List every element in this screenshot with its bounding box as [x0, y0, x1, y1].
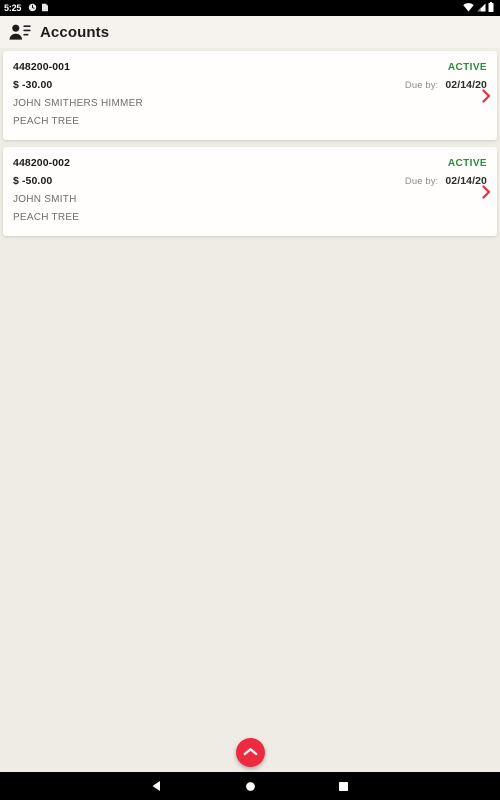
- scroll-to-top-fab[interactable]: [236, 738, 265, 767]
- account-card-second-row: $ -50.00 Due by: 02/14/20: [13, 172, 487, 191]
- account-card[interactable]: 448200-002 ACTIVE $ -50.00 Due by: 02/14…: [3, 147, 497, 236]
- account-card-second-row: $ -30.00 Due by: 02/14/20: [13, 76, 487, 95]
- app-toolbar: Accounts: [0, 16, 500, 48]
- android-navigation-bar: [0, 772, 500, 800]
- account-branch: PEACH TREE: [13, 212, 80, 223]
- recents-square-icon[interactable]: [338, 781, 349, 792]
- account-branch: PEACH TREE: [13, 116, 80, 127]
- status-bar-system-icons: [463, 0, 496, 17]
- due-by-label: Due by:: [404, 80, 439, 91]
- chevron-up-icon: [243, 744, 258, 762]
- account-card[interactable]: 448200-001 ACTIVE $ -30.00 Due by: 02/14…: [3, 51, 497, 140]
- wifi-icon: [463, 0, 474, 17]
- account-holder-name: JOHN SMITHERS HIMMER: [13, 98, 143, 109]
- chevron-right-icon[interactable]: [481, 184, 492, 199]
- status-bar-clock: 5:25: [4, 2, 22, 13]
- clock-notification-icon: [28, 0, 37, 17]
- page-title: Accounts: [40, 23, 110, 41]
- home-circle-icon[interactable]: [245, 781, 256, 792]
- battery-icon: [488, 0, 494, 17]
- account-card-top-row: 448200-001 ACTIVE: [13, 59, 487, 76]
- account-number: 448200-002: [13, 157, 71, 169]
- status-bar: 5:25: [0, 0, 500, 16]
- status-badge: ACTIVE: [447, 62, 487, 73]
- chevron-right-icon[interactable]: [481, 88, 492, 103]
- due-date-group: Due by: 02/14/20: [405, 76, 487, 95]
- back-triangle-icon[interactable]: [151, 780, 163, 792]
- phone-screen: 5:25 Accounts 448200-001 ACTIVE $ -30.00…: [0, 0, 500, 800]
- account-card-top-row: 448200-002 ACTIVE: [13, 155, 487, 172]
- status-bar-notification-icons: [28, 0, 49, 17]
- signal-icon: [476, 0, 486, 17]
- due-by-label: Due by:: [404, 176, 439, 187]
- due-date-group: Due by: 02/14/20: [405, 172, 487, 191]
- sim-notification-icon: [41, 0, 49, 17]
- status-badge: ACTIVE: [447, 158, 487, 169]
- account-number: 448200-001: [13, 61, 71, 73]
- accounts-list[interactable]: 448200-001 ACTIVE $ -30.00 Due by: 02/14…: [0, 48, 500, 740]
- account-balance: $ -50.00: [13, 175, 53, 187]
- accounts-people-icon: [9, 23, 31, 41]
- account-holder-name: JOHN SMITH: [13, 194, 77, 205]
- account-balance: $ -30.00: [13, 79, 53, 91]
